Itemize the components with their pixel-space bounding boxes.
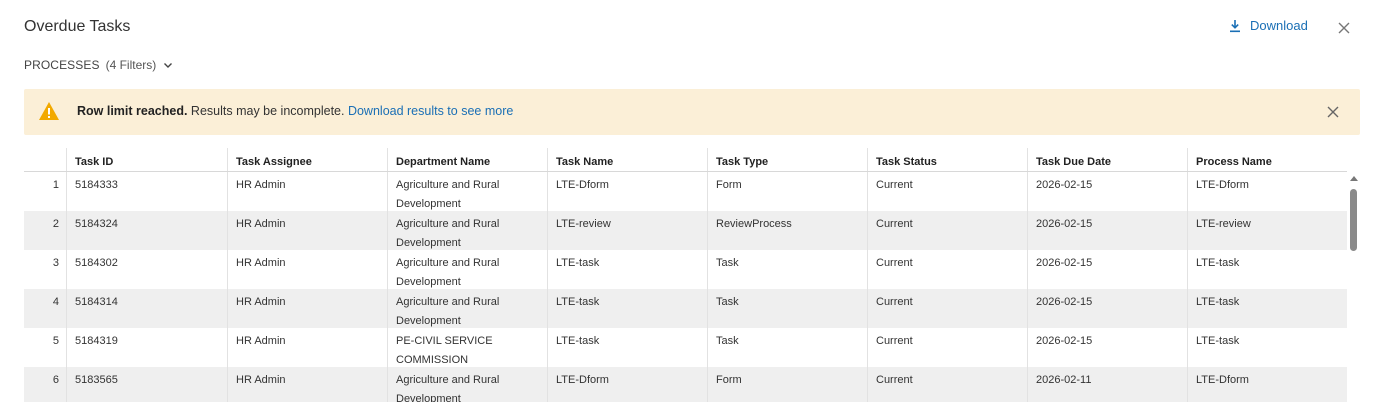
- page-title: Overdue Tasks: [24, 18, 131, 35]
- vertical-scrollbar[interactable]: [1347, 172, 1360, 402]
- cell-task-due-date: 2026-02-15: [1027, 211, 1187, 250]
- cell-department-name: Agriculture and Rural Development: [387, 211, 547, 250]
- cell-task-id: 5184319: [66, 328, 227, 367]
- banner-bold-text: Row limit reached.: [77, 104, 188, 118]
- tasks-table: Task ID Task Assignee Department Name Ta…: [24, 148, 1347, 402]
- cell-task-type: Task: [707, 289, 867, 328]
- cell-task-id: 5184314: [66, 289, 227, 328]
- cell-task-assignee: HR Admin: [227, 172, 387, 211]
- cell-task-type: Form: [707, 367, 867, 402]
- column-header-task-assignee[interactable]: Task Assignee: [227, 148, 387, 171]
- cell-process-name: LTE-task: [1187, 289, 1347, 328]
- cell-task-status: Current: [867, 289, 1027, 328]
- cell-process-name: LTE-task: [1187, 250, 1347, 289]
- filter-count: (4 Filters): [105, 58, 157, 72]
- download-label: Download: [1250, 18, 1308, 33]
- row-number: 3: [52, 257, 59, 269]
- download-results-link[interactable]: Download results to see more: [348, 104, 513, 118]
- cell-task-name: LTE-task: [547, 250, 707, 289]
- cell-task-type: ReviewProcess: [707, 211, 867, 250]
- cell-task-name: LTE-Dform: [547, 172, 707, 211]
- cell-task-due-date: 2026-02-15: [1027, 250, 1187, 289]
- cell-department-name: Agriculture and Rural Development: [387, 250, 547, 289]
- table-row[interactable]: 2 5184324 HR Admin Agriculture and Rural…: [24, 211, 1347, 250]
- close-icon[interactable]: [1335, 19, 1353, 37]
- row-limit-banner: Row limit reached. Results may be incomp…: [24, 89, 1360, 135]
- close-icon[interactable]: [1326, 105, 1340, 119]
- row-number: 1: [52, 179, 59, 191]
- cell-task-due-date: 2026-02-15: [1027, 289, 1187, 328]
- row-number: 6: [52, 374, 59, 386]
- row-number: 4: [52, 296, 59, 308]
- cell-task-status: Current: [867, 172, 1027, 211]
- download-icon: [1230, 19, 1240, 32]
- cell-task-status: Current: [867, 367, 1027, 402]
- cell-department-name: Agriculture and Rural Development: [387, 367, 547, 402]
- cell-task-type: Form: [707, 172, 867, 211]
- cell-task-name: LTE-task: [547, 328, 707, 367]
- cell-task-id: 5183565: [66, 367, 227, 402]
- column-header-task-type[interactable]: Task Type: [707, 148, 867, 171]
- cell-task-assignee: HR Admin: [227, 328, 387, 367]
- cell-task-due-date: 2026-02-15: [1027, 328, 1187, 367]
- cell-task-due-date: 2026-02-15: [1027, 172, 1187, 211]
- cell-task-id: 5184324: [66, 211, 227, 250]
- cell-task-name: LTE-review: [547, 211, 707, 250]
- cell-task-type: Task: [707, 328, 867, 367]
- column-header-department-name[interactable]: Department Name: [387, 148, 547, 171]
- cell-task-name: LTE-Dform: [547, 367, 707, 402]
- cell-task-name: LTE-task: [547, 289, 707, 328]
- banner-text: Results may be incomplete.: [187, 104, 348, 118]
- cell-task-id: 5184302: [66, 250, 227, 289]
- column-header-process-name[interactable]: Process Name: [1187, 148, 1347, 171]
- cell-department-name: Agriculture and Rural Development: [387, 289, 547, 328]
- cell-task-status: Current: [867, 328, 1027, 367]
- table-header: Task ID Task Assignee Department Name Ta…: [24, 148, 1347, 172]
- table-row[interactable]: 1 5184333 HR Admin Agriculture and Rural…: [24, 172, 1347, 211]
- cell-process-name: LTE-review: [1187, 211, 1347, 250]
- cell-task-status: Current: [867, 211, 1027, 250]
- column-header-task-status[interactable]: Task Status: [867, 148, 1027, 171]
- column-header-task-due-date[interactable]: Task Due Date: [1027, 148, 1187, 171]
- cell-task-assignee: HR Admin: [227, 289, 387, 328]
- scroll-up-icon[interactable]: [1350, 176, 1358, 181]
- column-header-index[interactable]: [24, 148, 66, 171]
- cell-process-name: LTE-Dform: [1187, 172, 1347, 211]
- row-number: 2: [52, 218, 59, 230]
- chevron-down-icon: [164, 63, 173, 68]
- processes-label: PROCESSES: [24, 58, 100, 72]
- row-number: 5: [52, 335, 59, 347]
- cell-process-name: LTE-Dform: [1187, 367, 1347, 402]
- banner-message: Row limit reached. Results may be incomp…: [77, 104, 513, 118]
- column-header-task-id[interactable]: Task ID: [66, 148, 227, 171]
- table-row[interactable]: 3 5184302 HR Admin Agriculture and Rural…: [24, 250, 1347, 289]
- table-row[interactable]: 4 5184314 HR Admin Agriculture and Rural…: [24, 289, 1347, 328]
- cell-department-name: Agriculture and Rural Development: [387, 172, 547, 211]
- table-row[interactable]: 6 5183565 HR Admin Agriculture and Rural…: [24, 367, 1347, 402]
- cell-department-name: PE-CIVIL SERVICE COMMISSION: [387, 328, 547, 367]
- cell-task-status: Current: [867, 250, 1027, 289]
- cell-task-assignee: HR Admin: [227, 367, 387, 402]
- cell-process-name: LTE-task: [1187, 328, 1347, 367]
- column-header-task-name[interactable]: Task Name: [547, 148, 707, 171]
- cell-task-assignee: HR Admin: [227, 211, 387, 250]
- scrollbar-thumb[interactable]: [1350, 189, 1357, 251]
- download-button[interactable]: Download: [1228, 18, 1308, 33]
- cell-task-due-date: 2026-02-11: [1027, 367, 1187, 402]
- warning-icon: [39, 102, 59, 120]
- table-row[interactable]: 5 5184319 HR Admin PE-CIVIL SERVICE COMM…: [24, 328, 1347, 367]
- cell-task-assignee: HR Admin: [227, 250, 387, 289]
- cell-task-id: 5184333: [66, 172, 227, 211]
- cell-task-type: Task: [707, 250, 867, 289]
- processes-filter-toggle[interactable]: PROCESSES (4 Filters): [24, 58, 174, 72]
